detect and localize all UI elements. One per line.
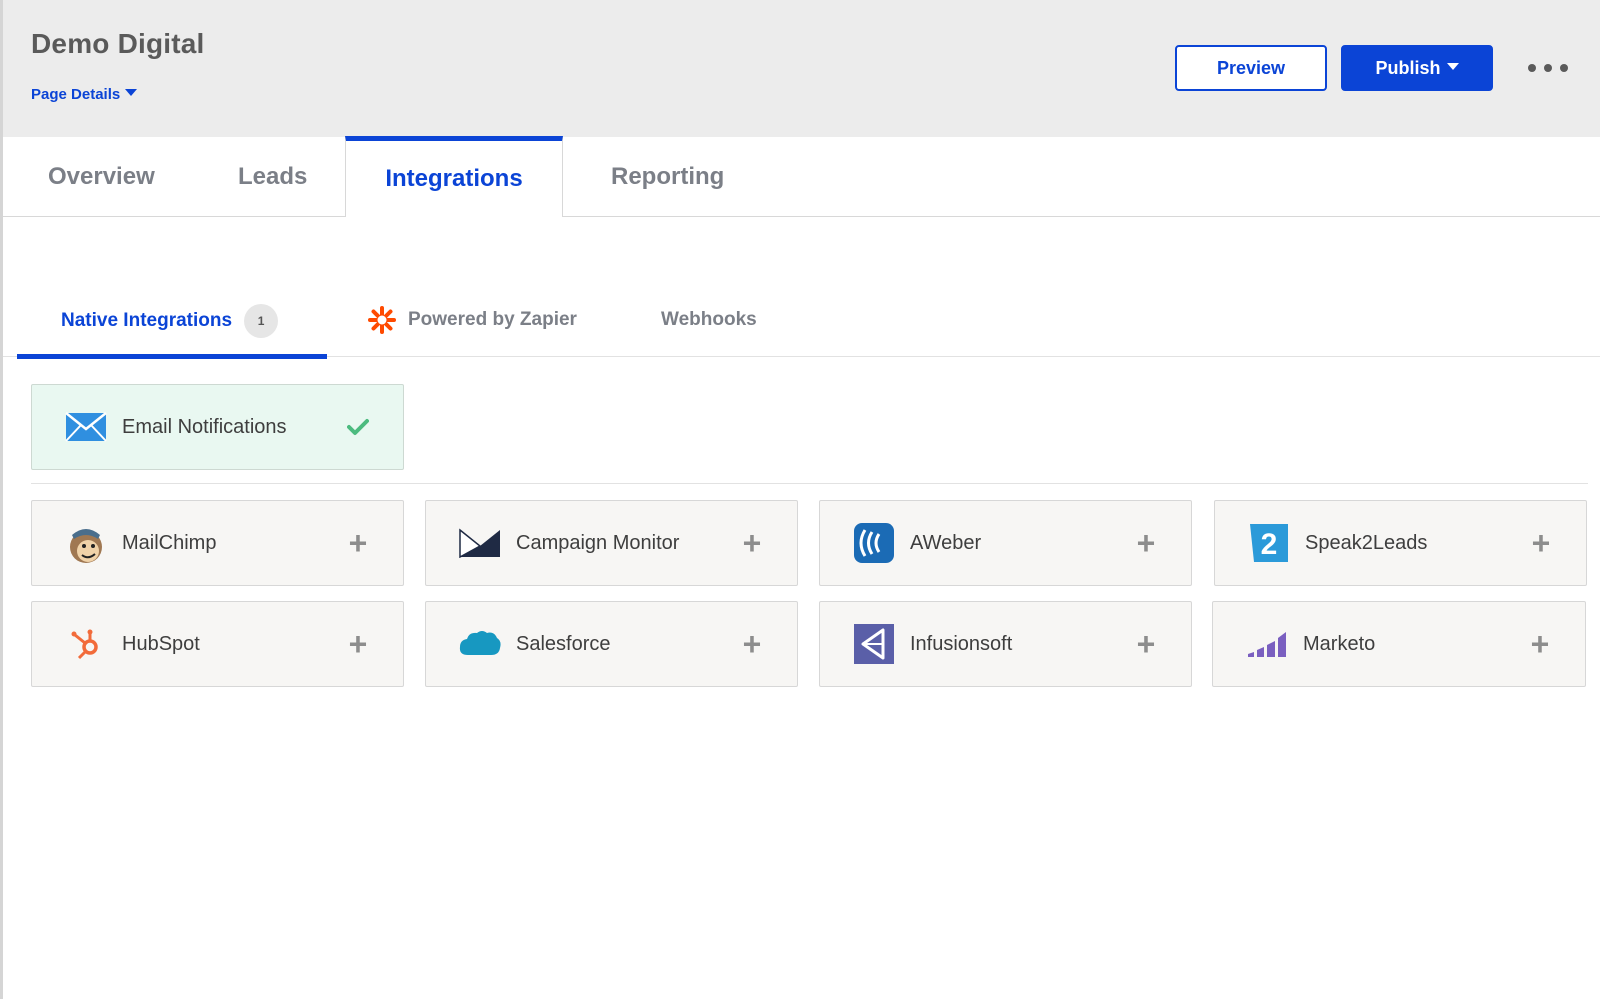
section-divider (31, 483, 1588, 484)
integration-card-infusionsoft[interactable]: Infusionsoft + (819, 601, 1192, 687)
integration-name: Salesforce (516, 632, 611, 655)
subtab-zapier-label: Powered by Zapier (408, 309, 577, 330)
plus-icon[interactable]: + (343, 628, 373, 660)
integration-name: MailChimp (122, 531, 217, 554)
preview-button-label: Preview (1216, 57, 1286, 78)
page-details-label: Page Details (31, 86, 121, 103)
preview-button[interactable]: Preview (1175, 45, 1327, 91)
subtab-webhooks-label: Webhooks (661, 309, 757, 330)
publish-button[interactable]: Publish (1341, 45, 1493, 91)
hubspot-icon (64, 622, 108, 666)
svg-text:2: 2 (1261, 528, 1278, 561)
infusionsoft-icon (852, 622, 896, 666)
marketo-icon (1245, 622, 1289, 666)
more-options-button[interactable] (1528, 56, 1568, 80)
plus-icon[interactable]: + (737, 628, 767, 660)
plus-icon[interactable]: + (737, 527, 767, 559)
integration-name: Marketo (1303, 632, 1376, 655)
integration-name: Infusionsoft (910, 632, 1013, 655)
integration-name: AWeber (910, 531, 982, 554)
plus-icon[interactable]: + (343, 527, 373, 559)
integration-name: Campaign Monitor (516, 531, 680, 554)
page-details-dropdown[interactable]: Page Details (31, 86, 138, 103)
subtab-zapier[interactable]: Powered by Zapier (368, 284, 598, 356)
campaign-monitor-icon (458, 521, 502, 565)
plus-icon[interactable]: + (1526, 527, 1556, 559)
integration-sub-tab-bar: Native Integrations 1 Powered by Zapier … (3, 284, 1600, 359)
integration-card-aweber[interactable]: AWeber + (819, 500, 1192, 586)
chevron-down-icon (1446, 62, 1459, 70)
aweber-icon (852, 521, 896, 565)
more-horizontal-icon (1528, 64, 1536, 72)
chevron-down-icon (125, 89, 138, 96)
more-dot (1544, 64, 1552, 72)
integration-card-campaign-monitor[interactable]: Campaign Monitor + (425, 500, 798, 586)
zapier-icon (368, 306, 396, 334)
integration-card-marketo[interactable]: Marketo + (1212, 601, 1586, 687)
integration-card-mailchimp[interactable]: MailChimp + (31, 500, 404, 586)
check-icon (343, 412, 373, 442)
salesforce-icon (458, 622, 502, 666)
subtab-native-integrations[interactable]: Native Integrations 1 (17, 284, 327, 359)
subtab-webhooks[interactable]: Webhooks (661, 284, 781, 356)
tab-integrations[interactable]: Integrations (345, 136, 563, 217)
main-tab-bar: Overview Leads Integrations Reporting (3, 136, 1600, 217)
integration-card-email-notifications[interactable]: Email Notifications (31, 384, 404, 470)
integration-card-speak2leads[interactable]: 2 Speak2Leads + (1214, 500, 1587, 586)
integration-name: Email Notifications (122, 415, 287, 438)
count-badge: 1 (244, 303, 279, 338)
tab-reporting[interactable]: Reporting (611, 137, 724, 217)
plus-icon[interactable]: + (1131, 527, 1161, 559)
page-header: Demo Digital Page Details Preview Publis… (3, 0, 1600, 137)
tab-leads[interactable]: Leads (238, 137, 308, 217)
page-title: Demo Digital (31, 28, 205, 59)
plus-icon[interactable]: + (1525, 628, 1555, 660)
more-dot (1560, 64, 1568, 72)
speak2leads-icon: 2 (1247, 521, 1291, 565)
mailchimp-icon (64, 521, 108, 565)
integration-name: Speak2Leads (1305, 531, 1428, 554)
integration-card-hubspot[interactable]: HubSpot + (31, 601, 404, 687)
subtab-native-label: Native Integrations (61, 309, 233, 331)
integration-card-salesforce[interactable]: Salesforce + (425, 601, 798, 687)
envelope-icon (64, 405, 108, 449)
plus-icon[interactable]: + (1131, 628, 1161, 660)
tab-overview[interactable]: Overview (48, 137, 155, 217)
integration-name: HubSpot (122, 632, 200, 655)
publish-button-label: Publish (1375, 57, 1441, 78)
